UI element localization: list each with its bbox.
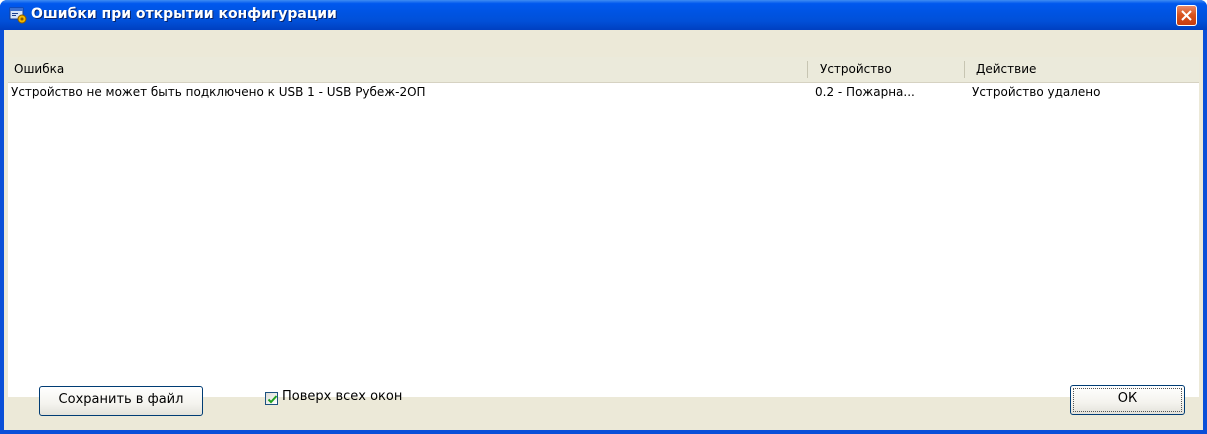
save-to-file-button[interactable]: Сохранить в файл [39,386,203,416]
cell-error: Устройство не может быть подключено к US… [11,85,426,99]
errors-list[interactable]: Ошибка Устройство Действие Устройство не… [8,57,1199,397]
column-header-error[interactable]: Ошибка [8,57,807,82]
checkmark-icon [267,395,278,404]
cell-device: 0.2 - Пожарна... [815,85,915,99]
title-bar[interactable]: Ошибки при открытии конфигурации [0,0,1207,30]
window-title: Ошибки при открытии конфигурации [31,6,337,22]
cell-action: Устройство удалено [972,85,1101,99]
column-divider[interactable] [807,61,808,78]
column-header-action[interactable]: Действие [970,57,1195,82]
column-header-device[interactable]: Устройство [814,57,964,82]
config-gear-icon [9,6,27,24]
on-top-label[interactable]: Поверх всех окон [282,389,402,404]
list-header: Ошибка Устройство Действие [8,57,1199,83]
column-divider[interactable] [964,61,965,78]
table-row[interactable]: Устройство не может быть подключено к US… [8,83,1199,101]
dialog-client-area: Ошибка Устройство Действие Устройство не… [4,30,1203,430]
ok-button[interactable]: ОК [1070,385,1185,415]
on-top-checkbox[interactable] [265,392,278,405]
close-button[interactable] [1176,5,1197,26]
dialog-window: Ошибки при открытии конфигурации Ошибка … [0,0,1207,434]
close-icon [1181,10,1192,21]
